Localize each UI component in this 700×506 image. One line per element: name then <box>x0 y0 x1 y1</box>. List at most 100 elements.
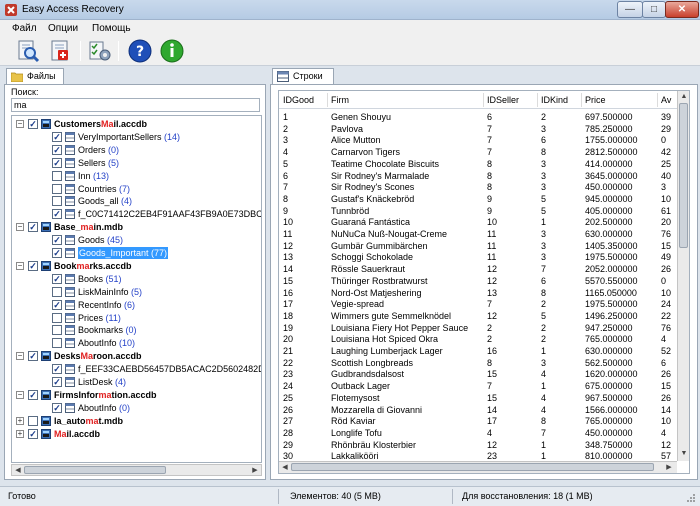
scroll-down-arrow-icon[interactable]: ▼ <box>679 449 689 459</box>
expand-icon[interactable]: + <box>16 416 24 425</box>
database-tree[interactable]: − ✓ CustomersMail.accdb ✓ VeryImportantSelle… <box>11 115 262 463</box>
close-button[interactable]: ✕ <box>665 1 699 18</box>
tree-table-node[interactable]: ✓ RecentInfo (6) <box>12 299 261 311</box>
tree-checkbox[interactable] <box>52 286 62 297</box>
tree-table-node[interactable]: ✓ Sellers (5) <box>12 157 261 169</box>
tree-checkbox[interactable]: ✓ <box>52 273 62 284</box>
resize-grip-icon[interactable] <box>686 493 696 503</box>
tree-horizontal-scrollbar[interactable]: ◀ ▶ <box>11 464 262 476</box>
tree-table-node[interactable]: Inn (13) <box>12 170 261 182</box>
tree-database-node[interactable]: − ✓ Bookmarks.accdb <box>12 260 261 272</box>
table-row[interactable]: 20 Louisiana Hot Spiced Okra 2 2 765.000000 4 <box>279 333 689 345</box>
tree-checkbox[interactable]: ✓ <box>52 299 62 310</box>
column-separator[interactable] <box>537 93 538 107</box>
tree-table-node[interactable]: Countries (7) <box>12 183 261 195</box>
column-header[interactable]: Price <box>585 95 606 105</box>
table-row[interactable]: 18 Wimmers gute Semmelknödel 12 5 1496.25000… <box>279 310 689 322</box>
tree-table-node[interactable]: ✓ Goods_Important (77) <box>12 247 261 259</box>
tree-checkbox[interactable] <box>28 415 38 426</box>
tree-table-node[interactable]: ✓ Books (51) <box>12 273 261 285</box>
table-row[interactable]: 19 Louisiana Fiery Hot Pepper Sauce 2 2 947.… <box>279 322 689 334</box>
table-row[interactable]: 7 Sir Rodney's Scones 8 3 450.000000 3 <box>279 181 689 193</box>
tree-table-node[interactable]: AboutInfo (10) <box>12 337 261 349</box>
table-row[interactable]: 13 Schoggi Schokolade 11 3 1975.500000 49 <box>279 251 689 263</box>
tab-rows[interactable]: Строки <box>272 68 334 84</box>
tree-checkbox[interactable]: ✓ <box>52 364 62 375</box>
table-row[interactable]: 12 Gumbär Gummibärchen 11 3 1405.350000 15 <box>279 240 689 252</box>
menu-help[interactable]: Помощь <box>92 23 131 34</box>
scroll-thumb[interactable] <box>679 103 688 248</box>
table-row[interactable]: 27 Röd Kaviar 17 8 765.000000 10 <box>279 415 689 427</box>
tree-checkbox[interactable]: ✓ <box>28 389 38 400</box>
tree-table-node[interactable]: ✓ f_C0C71412C2EB4F91AAF43FB9A0E73DBC_Data <box>12 208 261 220</box>
table-row[interactable]: 28 Longlife Tofu 4 7 450.000000 4 <box>279 427 689 439</box>
tree-database-node[interactable]: − ✓ CustomersMail.accdb <box>12 118 261 130</box>
table-row[interactable]: 25 Flotemysost 15 4 967.500000 26 <box>279 392 689 404</box>
tree-table-node[interactable]: ✓ Orders (0) <box>12 144 261 156</box>
tree-database-node[interactable]: − ✓ FirmsInformation.accdb <box>12 389 261 401</box>
scroll-left-arrow-icon[interactable]: ◀ <box>13 466 23 475</box>
scroll-thumb[interactable] <box>291 463 654 471</box>
data-grid[interactable]: IDGood Firm IDSeller IDKind Price Av 1 Genen S… <box>278 90 690 474</box>
collapse-icon[interactable]: − <box>16 261 24 270</box>
tree-checkbox[interactable]: ✓ <box>28 119 38 129</box>
table-row[interactable]: 3 Alice Mutton 7 6 1755.000000 0 <box>279 134 689 146</box>
tree-table-node[interactable]: Bookmarks (0) <box>12 324 261 336</box>
add-database-icon[interactable] <box>49 39 73 63</box>
tree-checkbox[interactable] <box>52 338 62 349</box>
tree-checkbox[interactable]: ✓ <box>52 248 62 258</box>
table-row[interactable]: 24 Outback Lager 7 1 675.000000 15 <box>279 380 689 392</box>
scroll-right-arrow-icon[interactable]: ▶ <box>664 463 674 472</box>
column-header[interactable]: Av <box>661 95 671 105</box>
tree-table-node[interactable]: ✓ f_EEF33CAEBD56457DB5ACAC2D5602482D_Data <box>12 363 261 375</box>
tree-table-node[interactable]: ✓ ListDesk (4) <box>12 376 261 388</box>
table-row[interactable]: 6 Sir Rodney's Marmalade 8 3 3645.000000 40 <box>279 170 689 182</box>
column-separator[interactable] <box>581 93 582 107</box>
tree-checkbox[interactable]: ✓ <box>28 260 38 271</box>
table-row[interactable]: 16 Nord-Ost Matjeshering 13 8 1165.050000 10 <box>279 287 689 299</box>
table-row[interactable]: 17 Vegie-spread 7 2 1975.500000 24 <box>279 298 689 310</box>
table-row[interactable]: 15 Thüringer Rostbratwurst 12 6 5570.550000 0 <box>279 275 689 287</box>
minimize-button[interactable]: — <box>617 1 643 18</box>
search-input[interactable] <box>11 98 260 112</box>
tree-checkbox[interactable]: ✓ <box>28 351 38 362</box>
column-separator[interactable] <box>657 93 658 107</box>
table-row[interactable]: 2 Pavlova 7 3 785.250000 29 <box>279 123 689 135</box>
help-icon[interactable]: ? <box>128 39 152 63</box>
tree-table-node[interactable]: ✓ Goods (45) <box>12 234 261 246</box>
menu-file[interactable]: Файл <box>12 23 37 34</box>
column-header[interactable]: Firm <box>331 95 349 105</box>
info-icon[interactable] <box>160 39 184 63</box>
tree-table-node[interactable]: ✓ AboutInfo (0) <box>12 402 261 414</box>
table-row[interactable]: 5 Teatime Chocolate Biscuits 8 3 414.000000 2… <box>279 158 689 170</box>
column-header[interactable]: IDSeller <box>487 95 519 105</box>
table-row[interactable]: 23 Gudbrandsdalsost 15 4 1620.000000 26 <box>279 368 689 380</box>
column-separator[interactable] <box>483 93 484 107</box>
tree-checkbox[interactable]: ✓ <box>52 235 62 246</box>
tree-checkbox[interactable]: ✓ <box>52 402 62 413</box>
tree-checkbox[interactable]: ✓ <box>52 144 62 155</box>
table-row[interactable]: 26 Mozzarella di Giovanni 14 4 1566.000000 14 <box>279 404 689 416</box>
table-row[interactable]: 22 Scottish Longbreads 8 3 562.500000 6 <box>279 357 689 369</box>
table-row[interactable]: 29 Rhönbräu Klosterbier 12 1 348.750000 12 <box>279 439 689 451</box>
tree-checkbox[interactable] <box>52 312 62 323</box>
maximize-button[interactable]: □ <box>642 1 666 18</box>
tree-checkbox[interactable]: ✓ <box>52 209 62 220</box>
table-row[interactable]: 9 Tunnbröd 9 5 405.000000 61 <box>279 205 689 217</box>
collapse-icon[interactable]: − <box>16 223 24 232</box>
tree-checkbox[interactable] <box>52 170 62 181</box>
table-row[interactable]: 10 Guaraná Fantástica 10 1 202.500000 20 <box>279 216 689 228</box>
tree-table-node[interactable]: Goods_all (4) <box>12 195 261 207</box>
tab-files[interactable]: Файлы <box>6 68 64 84</box>
table-row[interactable]: 14 Rössle Sauerkraut 12 7 2052.000000 26 <box>279 263 689 275</box>
collapse-icon[interactable]: − <box>16 352 24 361</box>
column-separator[interactable] <box>327 93 328 107</box>
tree-checkbox[interactable] <box>52 325 62 336</box>
open-database-icon[interactable] <box>16 39 40 63</box>
menu-options[interactable]: Опции <box>48 23 78 34</box>
tree-checkbox[interactable] <box>52 183 62 194</box>
table-row[interactable]: 1 Genen Shouyu 6 2 697.500000 39 <box>279 111 689 123</box>
column-header[interactable]: IDKind <box>541 95 568 105</box>
tree-checkbox[interactable]: ✓ <box>28 222 38 233</box>
table-row[interactable]: 11 NuNuCa Nuß-Nougat-Creme 11 3 630.000000 76 <box>279 228 689 240</box>
